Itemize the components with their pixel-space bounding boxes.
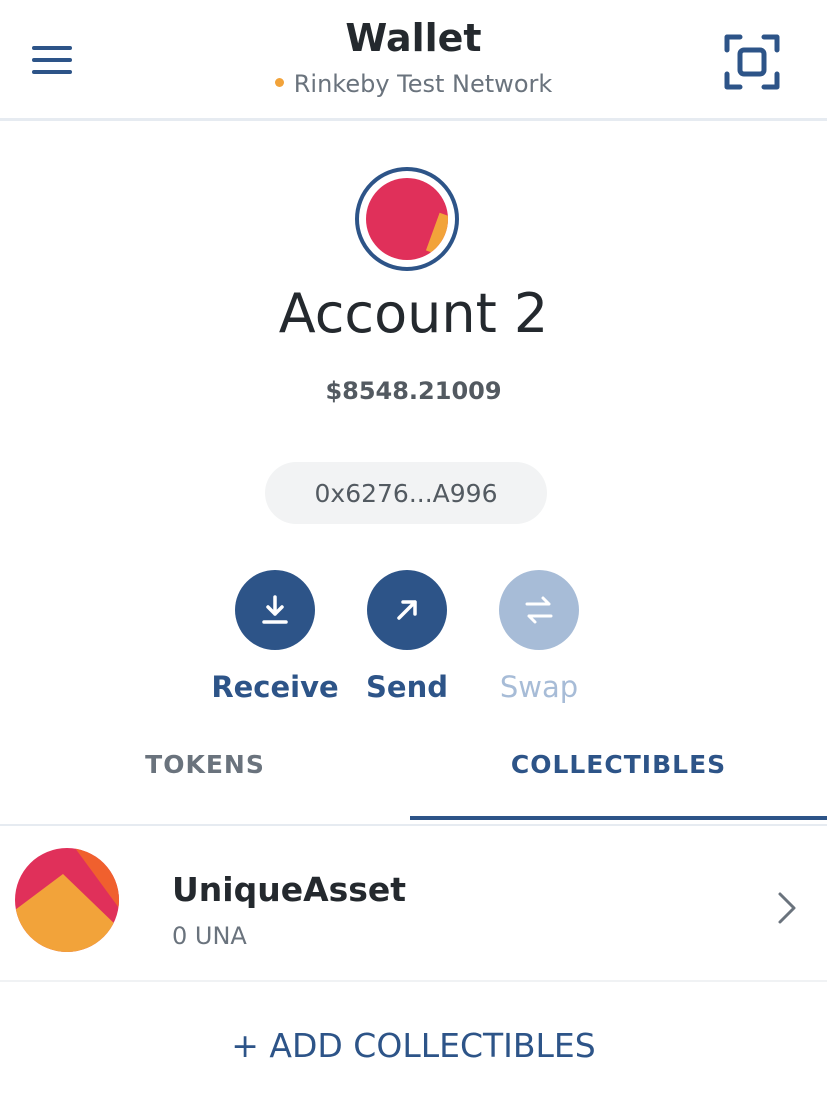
swap-icon [525, 596, 553, 624]
swap-label: Swap [499, 670, 579, 704]
tab-collectibles[interactable]: COLLECTIBLES [410, 750, 827, 820]
send-button[interactable]: Send [342, 570, 472, 704]
receive-label: Receive [211, 670, 339, 704]
collectible-balance: 0 UNA [172, 922, 247, 950]
app-header: Wallet Rinkeby Test Network [0, 0, 827, 121]
tab-tokens[interactable]: TOKENS [0, 750, 410, 824]
network-status-dot [274, 77, 284, 87]
collectible-icon [15, 848, 119, 952]
identicon [366, 178, 448, 260]
collectible-row[interactable]: UniqueAsset 0 UNA [0, 830, 827, 982]
receive-download-icon [262, 595, 288, 624]
send-arrow-icon [397, 600, 417, 620]
network-name: Rinkeby Test Network [293, 70, 553, 98]
account-address-button[interactable]: 0x6276...A996 [265, 462, 547, 524]
add-collectibles-link[interactable]: + ADD COLLECTIBLES [0, 1026, 827, 1065]
page-title: Wallet [345, 16, 482, 60]
receive-button[interactable]: Receive [210, 570, 340, 704]
chevron-right-icon [778, 892, 796, 924]
qr-scan-icon [724, 34, 780, 90]
qr-scan-button[interactable] [724, 34, 780, 90]
asset-tabs: TOKENS COLLECTIBLES [0, 728, 827, 826]
send-label: Send [366, 670, 448, 704]
swap-button[interactable]: Swap [474, 570, 604, 704]
account-balance: $8548.21009 [325, 377, 502, 405]
account-avatar[interactable] [355, 167, 459, 271]
account-name[interactable]: Account 2 [0, 282, 827, 345]
network-selector[interactable]: Rinkeby Test Network [0, 70, 827, 98]
collectible-name: UniqueAsset [172, 870, 407, 909]
